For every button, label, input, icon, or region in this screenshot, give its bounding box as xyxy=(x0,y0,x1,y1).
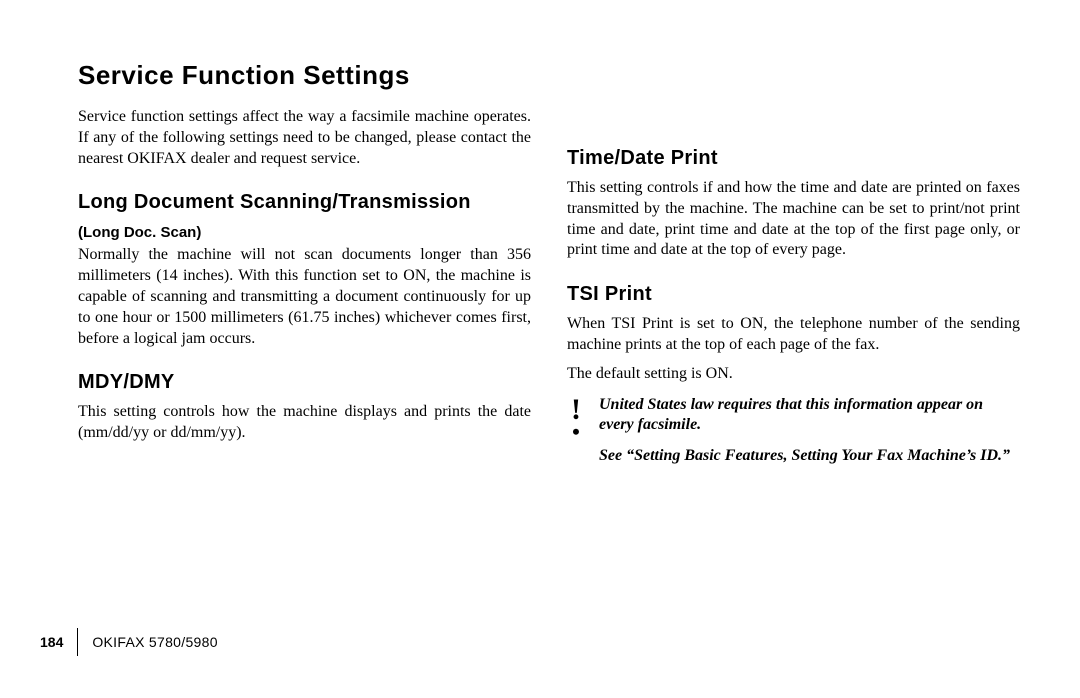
tsi-body-1: When TSI Print is set to ON, the telepho… xyxy=(567,314,1020,356)
page-number: 184 xyxy=(40,634,77,650)
section-heading-tsi-print: TSI Print xyxy=(567,283,1020,306)
exclamation-icon: !• xyxy=(567,395,585,438)
time-date-body: This setting controls if and how the tim… xyxy=(567,178,1020,261)
subsection-long-doc-scan: (Long Doc. Scan) xyxy=(78,224,531,241)
mdy-dmy-body: This setting controls how the machine di… xyxy=(78,402,531,444)
section-heading-time-date: Time/Date Print xyxy=(567,147,1020,170)
note-line-2: See “Setting Basic Features, Setting You… xyxy=(599,446,1020,467)
note-text: United States law requires that this inf… xyxy=(599,395,1020,477)
intro-paragraph: Service function settings affect the way… xyxy=(78,107,531,169)
page-title: Service Function Settings xyxy=(78,60,1020,91)
note-line-1: United States law requires that this inf… xyxy=(599,395,1020,437)
page-footer: 184 OKIFAX 5780/5980 xyxy=(40,628,218,656)
important-note: !• United States law requires that this … xyxy=(567,395,1020,477)
section-heading-long-doc: Long Document Scanning/Transmission xyxy=(78,191,531,214)
two-column-layout: Service function settings affect the way… xyxy=(78,107,1020,477)
right-column: Time/Date Print This setting controls if… xyxy=(567,107,1020,477)
long-doc-body: Normally the machine will not scan docum… xyxy=(78,245,531,349)
document-page: Service Function Settings Service functi… xyxy=(0,0,1080,698)
tsi-body-2: The default setting is ON. xyxy=(567,364,1020,385)
footer-divider xyxy=(77,628,78,656)
left-column: Service function settings affect the way… xyxy=(78,107,531,477)
section-heading-mdy-dmy: MDY/DMY xyxy=(78,371,531,394)
manual-name: OKIFAX 5780/5980 xyxy=(92,634,217,650)
